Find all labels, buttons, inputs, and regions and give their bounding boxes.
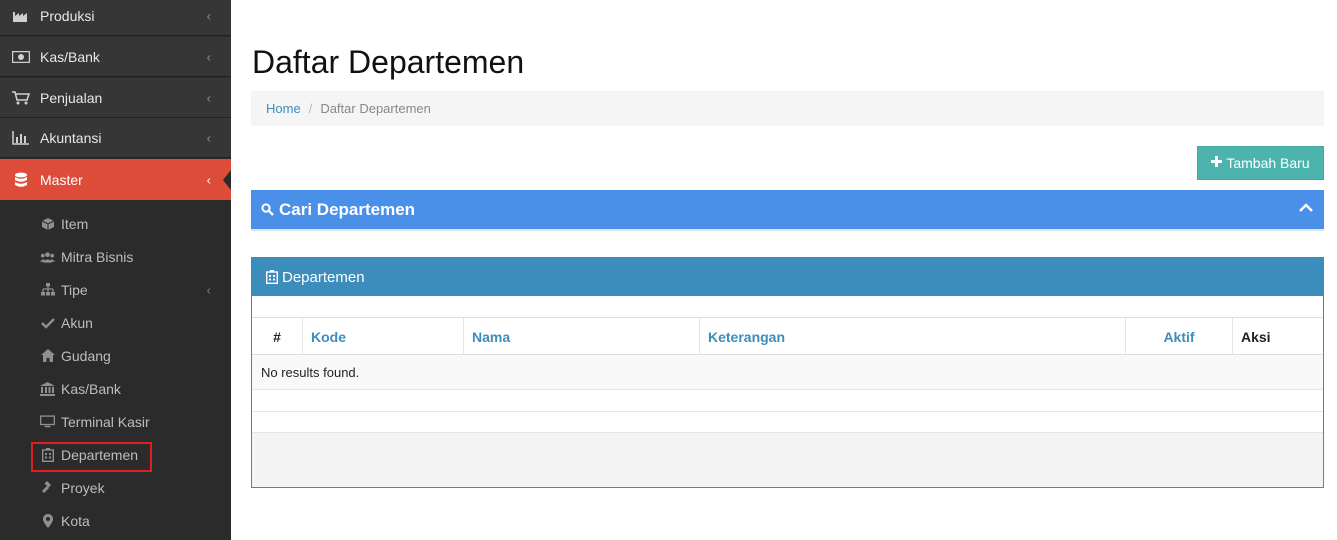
active-indicator [223, 169, 231, 190]
breadcrumb-separator: / [308, 101, 313, 116]
sidebar: Produksi ‹ Kas/Bank ‹ Penjualan ‹ Akunta… [0, 0, 231, 540]
sidebar-item-label: Penjualan [40, 89, 103, 106]
app-root: Produksi ‹ Kas/Bank ‹ Penjualan ‹ Akunta… [0, 0, 1337, 540]
check-icon [40, 316, 55, 330]
bank-icon [40, 381, 55, 396]
sidebar-subitem-label: Gudang [61, 347, 111, 364]
departemen-panel-header: Departemen [252, 258, 1323, 296]
breadcrumb-home-link[interactable]: Home [266, 101, 301, 116]
table-spacer [252, 390, 1323, 412]
sidebar-subitem-akun[interactable]: Akun [0, 306, 231, 339]
sidebar-item-akuntansi[interactable]: Akuntansi ‹ [0, 118, 231, 158]
sidebar-subitem-label: Terminal Kasir [61, 413, 150, 430]
gavel-icon [40, 480, 55, 495]
chevron-left-icon: ‹ [206, 8, 211, 23]
chevron-left-icon: ‹ [206, 282, 211, 297]
sidebar-subitem-label: Kota [61, 512, 90, 529]
sidebar-subitem-label: Tipe [61, 281, 88, 298]
add-new-label: Tambah Baru [1226, 155, 1310, 171]
bar-chart-icon [12, 130, 30, 146]
search-icon [261, 203, 274, 221]
departemen-panel: Departemen # Kode Nama Keterangan Aktif … [251, 257, 1324, 488]
table-spacer [252, 412, 1323, 433]
table-header: # Kode Nama Keterangan Aktif Aksi [252, 317, 1323, 355]
sidebar-item-penjualan[interactable]: Penjualan ‹ [0, 78, 231, 118]
sidebar-item-label: Master [40, 171, 83, 188]
database-icon [12, 172, 30, 188]
cube-icon [40, 217, 55, 231]
chevron-left-icon: ‹ [206, 172, 211, 187]
sidebar-subitem-terminal-kasir[interactable]: Terminal Kasir [0, 405, 231, 438]
breadcrumb: Home / Daftar Departemen [251, 91, 1324, 126]
sidebar-item-produksi[interactable]: Produksi ‹ [0, 0, 231, 36]
departemen-panel-footer [252, 433, 1323, 487]
sidebar-subitem-item[interactable]: Item [0, 207, 231, 240]
column-header-number: # [252, 318, 303, 355]
money-icon [12, 49, 30, 65]
add-new-button[interactable]: Tambah Baru [1197, 146, 1324, 180]
column-header-kode[interactable]: Kode [303, 318, 464, 355]
sidebar-subitem-gudang[interactable]: Gudang [0, 339, 231, 372]
sidebar-item-master[interactable]: Master ‹ [0, 159, 231, 200]
sidebar-subitem-tipe[interactable]: Tipe ‹ [0, 273, 231, 306]
building-icon [265, 270, 279, 289]
plus-icon [1211, 154, 1223, 172]
breadcrumb-current: Daftar Departemen [320, 101, 431, 116]
map-marker-icon [40, 513, 55, 528]
sidebar-subitem-mitra-bisnis[interactable]: Mitra Bisnis [0, 240, 231, 273]
sidebar-subitem-label: Akun [61, 314, 93, 331]
home-icon [40, 349, 55, 363]
column-header-aktif[interactable]: Aktif [1126, 318, 1233, 355]
sidebar-item-kas-bank[interactable]: Kas/Bank ‹ [0, 37, 231, 77]
sidebar-subitem-label: Item [61, 215, 89, 232]
chevron-left-icon: ‹ [206, 49, 211, 64]
search-panel-header[interactable]: Cari Departemen [251, 190, 1324, 231]
sidebar-subitem-label: Mitra Bisnis [61, 248, 134, 265]
users-icon [40, 250, 55, 264]
factory-icon [12, 8, 30, 24]
cart-icon [12, 90, 30, 106]
sidebar-subitem-proyek[interactable]: Proyek [0, 471, 231, 504]
chevron-left-icon: ‹ [206, 130, 211, 145]
column-header-nama[interactable]: Nama [464, 318, 700, 355]
sidebar-subitem-kota[interactable]: Kota [0, 504, 231, 537]
sidebar-item-label: Akuntansi [40, 129, 102, 146]
sidebar-subitem-kas-bank[interactable]: Kas/Bank [0, 372, 231, 405]
sidebar-subitem-label: Proyek [61, 479, 105, 496]
departemen-panel-title: Departemen [282, 269, 365, 286]
search-panel-title: Cari Departemen [279, 200, 416, 219]
chevron-up-icon[interactable] [1298, 200, 1314, 221]
chevron-left-icon: ‹ [206, 90, 211, 105]
desktop-icon [40, 415, 55, 429]
column-header-aksi: Aksi [1241, 328, 1271, 345]
page-title: Daftar Departemen [252, 44, 525, 80]
sidebar-subitem-label: Kas/Bank [61, 380, 121, 397]
table-empty-row: No results found. [252, 355, 1323, 390]
sitemap-icon [40, 283, 55, 297]
sidebar-item-label: Kas/Bank [40, 48, 100, 65]
sidebar-item-label: Produksi [40, 7, 95, 24]
selection-highlight [31, 442, 152, 472]
column-header-keterangan[interactable]: Keterangan [700, 318, 1126, 355]
